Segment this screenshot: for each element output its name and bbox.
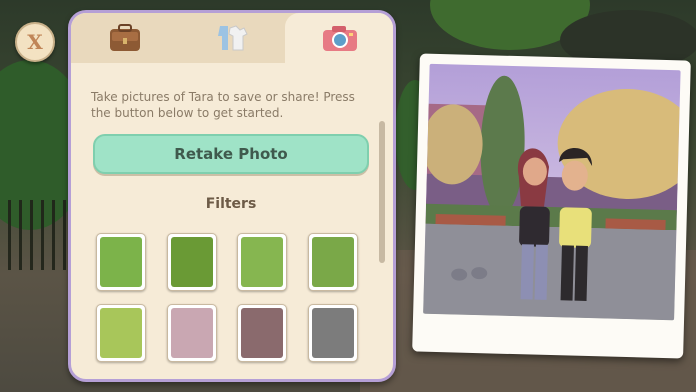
filter-thumbnail[interactable] [96,304,146,362]
tab-outfits[interactable] [178,13,285,63]
close-button[interactable]: X [15,22,55,62]
photo-preview [412,53,691,359]
tab-wardrobe[interactable] [71,13,178,63]
backpack-icon [109,24,140,51]
camera-content: Take pictures of Tara to save or share! … [71,63,393,379]
retake-photo-button[interactable]: Retake Photo [93,134,369,174]
close-icon: X [27,30,43,54]
filters-heading: Filters [205,196,257,212]
instructions-text: Take pictures of Tara to save or share! … [91,90,355,120]
clothes-icon [217,25,248,51]
filter-thumbnail[interactable] [237,304,287,362]
tab-camera[interactable] [285,13,393,63]
filter-thumbnail[interactable] [96,233,146,291]
filter-thumbnail[interactable] [167,233,217,291]
camera-panel: Take pictures of Tara to save or share! … [68,10,396,382]
camera-icon [323,26,357,51]
scrollbar[interactable] [379,121,385,263]
photo-scene [423,75,681,321]
captured-photo [423,63,681,321]
filter-thumbnail[interactable] [237,233,287,291]
filter-thumbnail[interactable] [167,304,217,362]
filter-thumbnail[interactable] [308,304,358,362]
tab-bar [71,13,393,63]
filter-thumbnail[interactable] [308,233,358,291]
fence [0,200,70,270]
